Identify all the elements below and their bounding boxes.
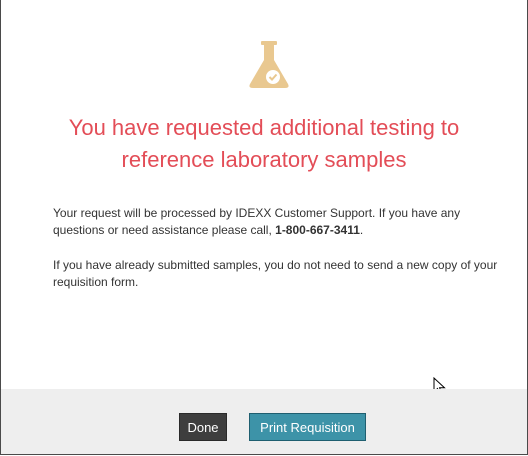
- dialog-title-line1: You have requested additional testing to: [68, 115, 460, 140]
- flask-check-icon: [249, 41, 289, 88]
- dialog-title: You have requested additional testing to…: [1, 112, 527, 176]
- support-message-end: .: [359, 223, 364, 237]
- requisition-dialog: You have requested additional testing to…: [0, 0, 528, 455]
- dialog-title-line2: reference laboratory samples: [121, 147, 407, 172]
- print-requisition-button[interactable]: Print Requisition: [249, 413, 366, 441]
- support-message-text: Your request will be processed by IDEXX …: [53, 206, 461, 237]
- done-button[interactable]: Done: [179, 413, 227, 441]
- support-message: Your request will be processed by IDEXX …: [53, 205, 505, 239]
- dialog-footer: Done Print Requisition: [1, 389, 527, 454]
- support-phone-number: 1-800-667-3411: [275, 223, 360, 237]
- submitted-samples-message: If you have already submitted samples, y…: [53, 258, 498, 289]
